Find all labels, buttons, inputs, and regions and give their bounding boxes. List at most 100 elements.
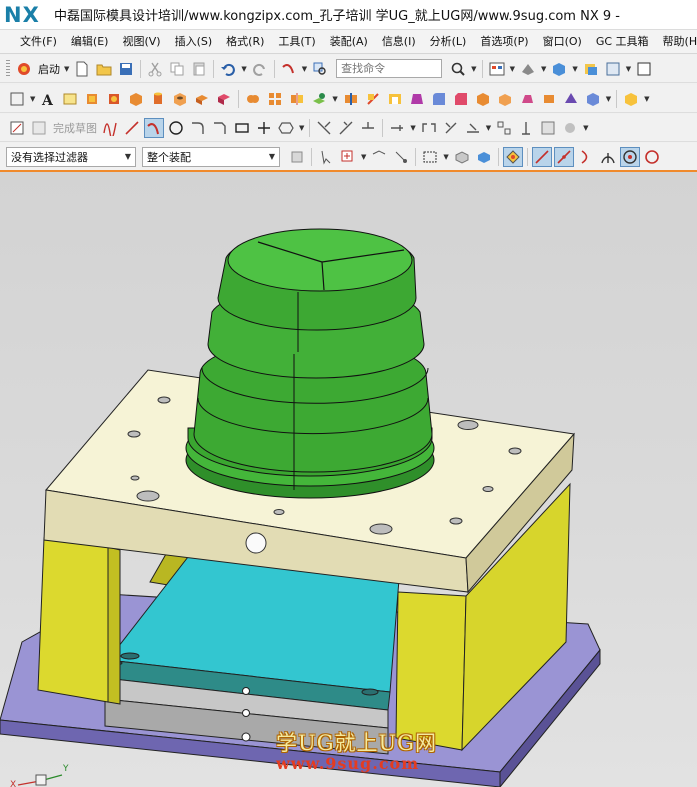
dimension-icon[interactable]	[419, 118, 439, 138]
chevron-down-icon[interactable]: ▼	[241, 65, 246, 73]
finish-sketch-button[interactable]: 完成草图	[53, 120, 97, 136]
polygon-icon[interactable]	[276, 118, 296, 138]
relations-icon[interactable]	[494, 118, 514, 138]
constraint-icon[interactable]	[441, 118, 461, 138]
point-icon[interactable]	[254, 118, 274, 138]
profile-icon[interactable]	[100, 118, 120, 138]
selection-scope-dropdown[interactable]: 整个装配 ▼	[142, 146, 280, 167]
trim-body-icon[interactable]	[341, 89, 361, 109]
unite-icon[interactable]	[243, 89, 263, 109]
arc-center-icon[interactable]	[619, 146, 640, 167]
redo-icon[interactable]	[250, 59, 270, 79]
select-face-icon[interactable]	[369, 147, 389, 167]
chevron-down-icon[interactable]: ▼	[30, 95, 35, 103]
left-support-block-inner[interactable]	[107, 546, 121, 705]
menu-preferences[interactable]: 首选项(P)	[473, 31, 535, 53]
end-point-icon[interactable]	[531, 146, 552, 167]
menu-insert[interactable]: 插入(S)	[168, 31, 220, 53]
chevron-down-icon[interactable]: ▼	[583, 124, 588, 132]
command-finder-icon[interactable]	[310, 59, 330, 79]
move-face-icon[interactable]	[583, 89, 603, 109]
chevron-down-icon[interactable]: ▼	[410, 124, 415, 132]
core-insert[interactable]	[185, 228, 435, 499]
rectangle-icon[interactable]	[232, 118, 252, 138]
solid-body-icon[interactable]	[474, 147, 494, 167]
snap-enable-icon[interactable]	[502, 146, 523, 167]
thicken-icon[interactable]	[473, 89, 493, 109]
open-folder-icon[interactable]	[94, 59, 114, 79]
edge-blend-icon[interactable]	[429, 89, 449, 109]
line-icon[interactable]	[122, 118, 142, 138]
revolve-icon[interactable]	[104, 89, 124, 109]
menu-edit[interactable]: 编辑(E)	[64, 31, 116, 53]
menu-tools[interactable]: 工具(T)	[271, 31, 322, 53]
quadrant-point-icon[interactable]	[642, 147, 662, 167]
boss-icon[interactable]	[192, 89, 212, 109]
cylinder-icon[interactable]	[148, 89, 168, 109]
menu-gc-toolkit[interactable]: GC 工具箱	[589, 31, 656, 53]
make-corner-icon[interactable]	[358, 118, 378, 138]
command-search-input[interactable]	[336, 59, 443, 78]
graphics-viewport[interactable]: 学UG就上UG网 www.9sug.com X Y	[0, 170, 697, 787]
hole-icon[interactable]	[170, 89, 190, 109]
circle-icon[interactable]	[166, 118, 186, 138]
new-file-icon[interactable]	[72, 59, 92, 79]
sketch-task-icon[interactable]	[7, 118, 27, 138]
sketch-icon[interactable]	[60, 89, 80, 109]
shell-icon[interactable]	[385, 89, 405, 109]
pattern-icon[interactable]	[265, 89, 285, 109]
menu-help[interactable]: 帮助(H)	[656, 31, 697, 53]
menu-view[interactable]: 视图(V)	[115, 31, 167, 53]
auto-constraint-icon[interactable]	[463, 118, 483, 138]
chamfer-icon[interactable]	[451, 89, 471, 109]
chevron-down-icon[interactable]: ▼	[644, 95, 649, 103]
intersection-point-icon[interactable]	[598, 147, 618, 167]
undo-icon[interactable]	[218, 59, 238, 79]
copy-icon[interactable]	[167, 59, 187, 79]
background-icon[interactable]	[581, 59, 601, 79]
menu-assembly[interactable]: 装配(A)	[323, 31, 375, 53]
layout-icon[interactable]	[487, 59, 507, 79]
arc-icon[interactable]	[144, 117, 164, 138]
chevron-down-icon[interactable]: ▼	[299, 124, 304, 132]
toolbar-grip[interactable]	[6, 59, 10, 78]
general-selection-icon[interactable]	[287, 147, 307, 167]
menu-information[interactable]: 信息(I)	[375, 31, 423, 53]
offset-face-icon[interactable]	[363, 89, 383, 109]
text-icon[interactable]: A	[38, 89, 58, 109]
window-icon[interactable]	[634, 59, 654, 79]
alternate-solution-icon[interactable]	[538, 118, 558, 138]
chevron-down-icon[interactable]: ▼	[510, 65, 515, 73]
fix-icon[interactable]	[516, 118, 536, 138]
mirror-icon[interactable]	[287, 89, 307, 109]
start-icon[interactable]	[14, 59, 34, 79]
view-orient-icon[interactable]	[549, 59, 569, 79]
chevron-down-icon[interactable]: ▼	[302, 65, 307, 73]
arc-command-icon[interactable]	[279, 59, 299, 79]
chevron-down-icon[interactable]: ▼	[486, 124, 491, 132]
mid-point-icon[interactable]	[553, 146, 574, 167]
sew-icon[interactable]	[495, 89, 515, 109]
chevron-down-icon[interactable]: ▼	[572, 65, 577, 73]
rectangle-select-icon[interactable]	[420, 147, 440, 167]
render-style-icon[interactable]	[518, 59, 538, 79]
synchronous-icon[interactable]	[561, 89, 581, 109]
paste-icon[interactable]	[189, 59, 209, 79]
chevron-down-icon[interactable]: ▼	[443, 153, 448, 161]
box-outline-icon[interactable]	[7, 89, 27, 109]
quick-trim-icon[interactable]	[314, 118, 334, 138]
component-icon[interactable]	[452, 147, 472, 167]
pocket-icon[interactable]	[214, 89, 234, 109]
finish-sketch-icon[interactable]	[29, 118, 49, 138]
select-feature-icon[interactable]	[316, 147, 336, 167]
menu-window[interactable]: 窗口(O)	[536, 31, 589, 53]
chevron-down-icon[interactable]: ▼	[361, 153, 366, 161]
search-icon[interactable]	[448, 59, 468, 79]
block-icon[interactable]	[126, 89, 146, 109]
chevron-down-icon[interactable]: ▼	[541, 65, 546, 73]
datum-icon[interactable]	[309, 89, 329, 109]
mold-assembly-model[interactable]	[0, 172, 697, 787]
left-support-block[interactable]	[37, 537, 109, 703]
patch-icon[interactable]	[517, 89, 537, 109]
menu-analysis[interactable]: 分析(L)	[423, 31, 474, 53]
